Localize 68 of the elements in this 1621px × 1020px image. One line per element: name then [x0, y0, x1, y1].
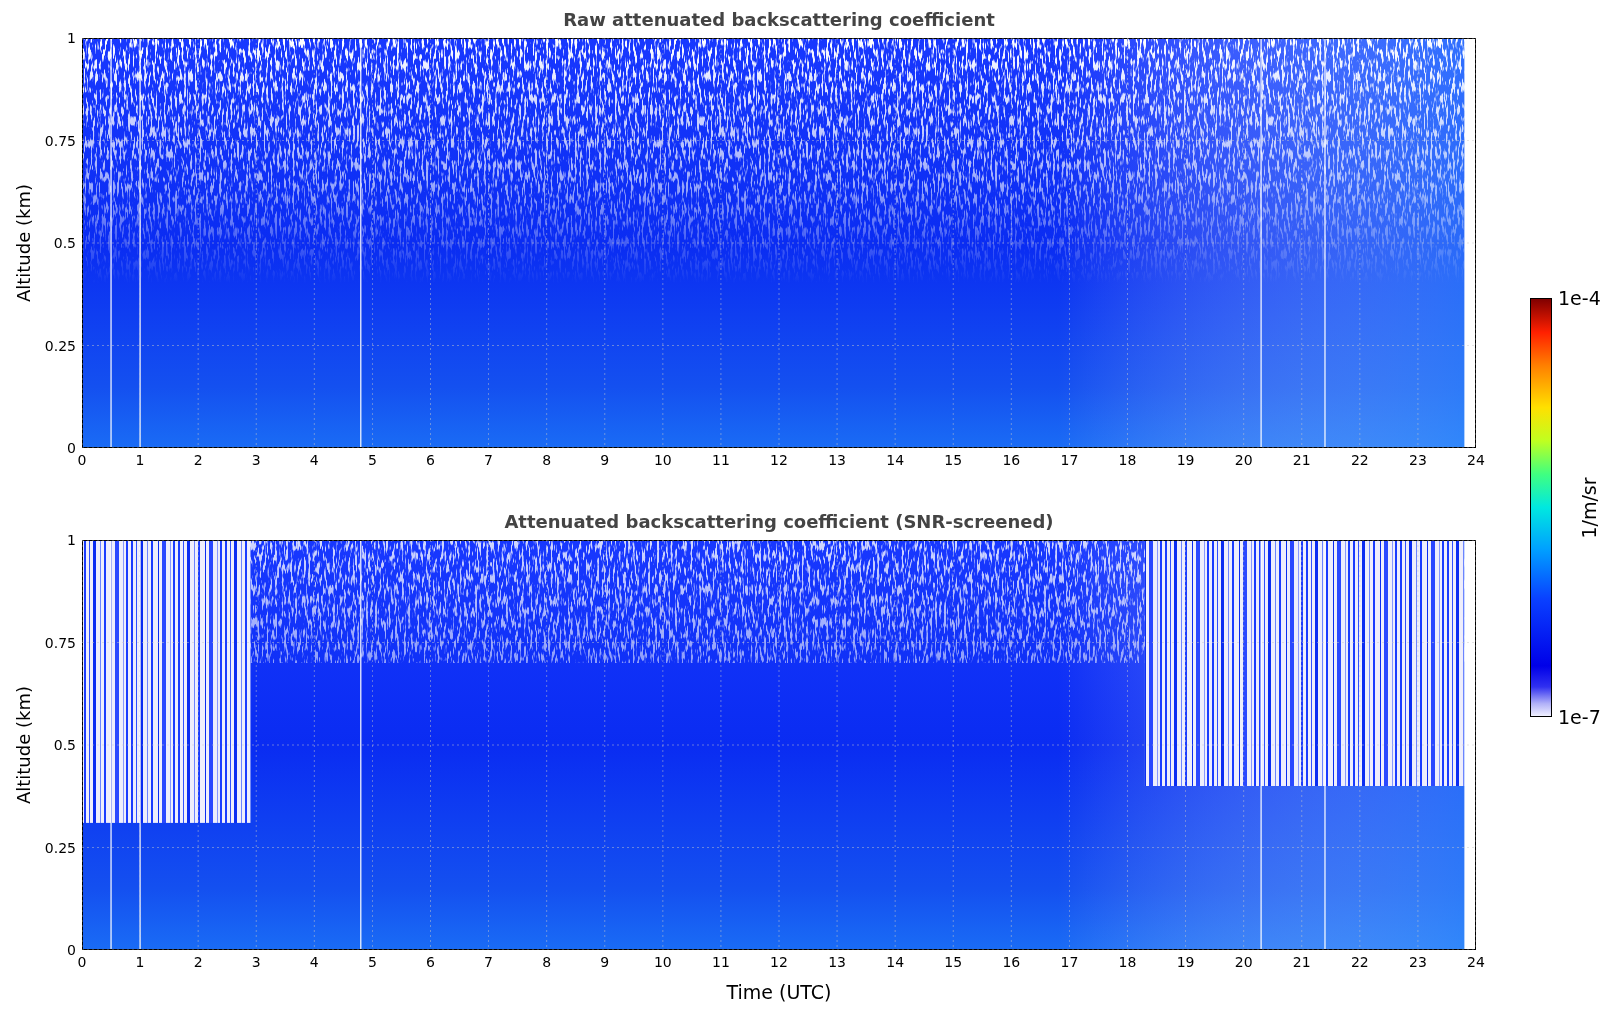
axis-tick-label: 23	[1409, 452, 1427, 468]
axis-tick-label: 1	[135, 954, 145, 970]
axis-tick-label: 0.25	[44, 839, 76, 856]
axis-tick-label: 11	[712, 452, 730, 468]
chart-title: Attenuated backscattering coefficient (SNR-screened)	[503, 510, 1055, 534]
axis-tick-label: 11	[712, 954, 730, 970]
axis-tick-label: 8	[542, 954, 552, 970]
axis-tick-label: 2	[193, 452, 203, 468]
axis-tick-label: 13	[828, 954, 846, 970]
axis-tick-label: 14	[886, 954, 905, 970]
colorbar-label: 1/m/sr	[1578, 476, 1600, 539]
axis-tick-label: 21	[1292, 452, 1311, 468]
colorbar-tick-label: 1e-7	[1558, 706, 1601, 728]
axis-tick-label: 0	[67, 942, 76, 958]
axis-tick-label: 7	[484, 954, 494, 970]
axis-tick-label: 8	[542, 452, 552, 468]
axis-tick-label: 18	[1118, 452, 1137, 468]
axis-tick-label: 9	[600, 954, 610, 970]
axis-tick-label: 7	[484, 452, 494, 468]
axis-tick-label: 0	[77, 954, 87, 970]
axis-tick-label: 2	[193, 954, 203, 970]
axis-tick-label: 21	[1292, 954, 1311, 970]
colorbar-tick-label: 1e-4	[1558, 287, 1601, 309]
axis-tick-label: 20	[1234, 954, 1253, 970]
axis-tick-label: 6	[426, 452, 435, 468]
axis-tick-label: 23	[1409, 954, 1427, 970]
axis-tick-label: 6	[426, 954, 435, 970]
axis-tick-label: 1	[135, 452, 145, 468]
axis-tick-label: 15	[944, 452, 963, 468]
chart-title: Raw attenuated backscattering coefficient	[562, 8, 996, 32]
axis-tick-label: 18	[1118, 954, 1137, 970]
axis-tick-label: 13	[828, 452, 846, 468]
axis-tick-label: 12	[770, 452, 788, 468]
axis-tick-label: 22	[1350, 954, 1369, 970]
axis-tick-label: 3	[251, 954, 261, 970]
axis-tick-label: 17	[1060, 954, 1079, 970]
axis-tick-label: 9	[600, 452, 610, 468]
axis-tick-label: 4	[309, 954, 319, 970]
axis-label: Altitude (km)	[12, 685, 34, 805]
axis-tick-label: 24	[1467, 452, 1485, 468]
axis-tick-label: 0	[77, 452, 87, 468]
axis-tick-label: 1	[67, 30, 76, 46]
axis-tick-label: 0.5	[53, 235, 76, 251]
axis-tick-label: 20	[1234, 452, 1253, 468]
axis-tick-label: 0.75	[44, 634, 76, 651]
axis-tick-label: 5	[367, 452, 377, 468]
axis-tick-label: 15	[944, 954, 963, 970]
axis-tick-label: 17	[1060, 452, 1079, 468]
axis-tick-label: 0	[67, 440, 76, 456]
axis-tick-label: 3	[251, 452, 261, 468]
axis-tick-label: 22	[1350, 452, 1369, 468]
axis-tick-label: 19	[1176, 954, 1195, 970]
axis-tick-label: 12	[770, 954, 788, 970]
axis-tick-label: 10	[653, 954, 672, 970]
axis-tick-label: 4	[309, 452, 319, 468]
axis-tick-label: 16	[1002, 452, 1021, 468]
axis-tick-label: 0.25	[44, 337, 76, 354]
axis-label: Time (UTC)	[725, 980, 833, 1004]
axis-tick-label: 0.5	[53, 737, 76, 753]
axis-tick-label: 16	[1002, 954, 1021, 970]
axis-tick-label: 24	[1467, 954, 1485, 970]
axis-tick-label: 1	[67, 532, 76, 548]
axis-tick-label: 19	[1176, 452, 1195, 468]
axis-tick-label: 14	[886, 452, 905, 468]
axis-tick-label: 10	[653, 452, 672, 468]
axis-tick-label: 0.75	[44, 132, 76, 149]
axis-tick-label: 5	[367, 954, 377, 970]
axis-label: Altitude (km)	[12, 183, 34, 303]
